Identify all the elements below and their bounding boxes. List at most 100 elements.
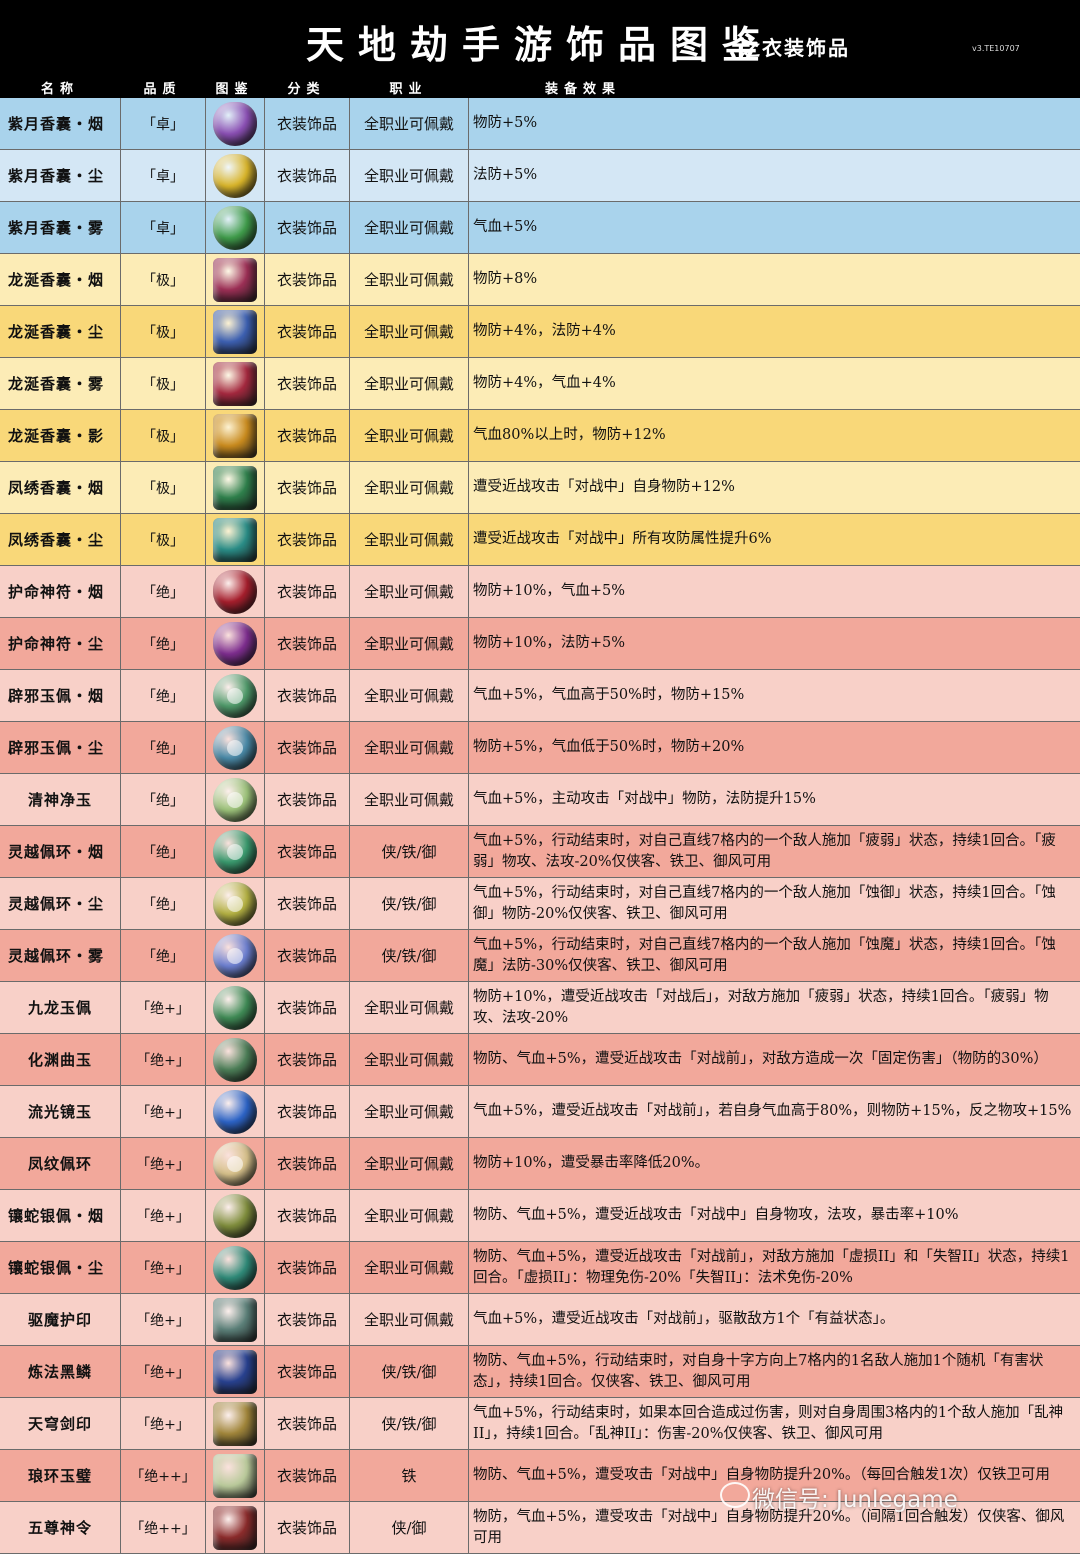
- item-name: 凤绣香囊・烟: [8, 479, 105, 497]
- item-grade: 「绝+」: [120, 1398, 205, 1449]
- version-label: v3.TE10707: [972, 44, 1020, 53]
- item-name: 凤绣香囊・尘: [8, 531, 105, 549]
- item-effect: 气血+5%，行动结束时，如果本回合造成过伤害，则对自身周围3格内的1个敌人施加「…: [468, 1398, 1080, 1449]
- item-category: 衣装饰品: [264, 1086, 349, 1137]
- item-category: 衣装饰品: [264, 514, 349, 565]
- item-category: 衣装饰品: [264, 618, 349, 669]
- item-category: 衣装饰品: [264, 1138, 349, 1189]
- item-icon-cell: [205, 1034, 264, 1085]
- item-category: 衣装饰品: [264, 306, 349, 357]
- item-effect: 物防+4%，法防+4%: [468, 306, 1080, 357]
- item-category: 衣装饰品: [264, 150, 349, 201]
- green-ring-pendant-icon: [213, 829, 257, 874]
- item-name: 五尊神令: [27, 1519, 92, 1537]
- item-effect: 物防+8%: [468, 254, 1080, 305]
- item-grade: 「卓」: [120, 150, 205, 201]
- item-grade: 「绝++」: [120, 1502, 205, 1553]
- table-row: 天穹剑印 「绝+」 衣装饰品 侠/铁/御 气血+5%，行动结束时，如果本回合造成过伤害，…: [0, 1398, 1080, 1450]
- item-name: 紫月香囊・烟: [8, 115, 105, 133]
- item-icon-cell: [205, 202, 264, 253]
- item-effect: 物防+5%: [468, 98, 1080, 149]
- item-grade: 「绝+」: [120, 1346, 205, 1397]
- table-row: 九龙玉佩 「绝+」 衣装饰品 全职业可佩戴 物防+10%，遭受近战攻击「对战后」，对敌方…: [0, 982, 1080, 1034]
- yellow-pouch-icon: [213, 153, 257, 198]
- item-grade: 「极」: [120, 410, 205, 461]
- purple-talisman-bag-icon: [213, 621, 257, 666]
- item-name: 化渊曲玉: [27, 1051, 92, 1069]
- item-grade: 「绝」: [120, 670, 205, 721]
- item-name: 龙涎香囊・雾: [8, 375, 105, 393]
- black-scale-icon: [213, 1349, 257, 1394]
- red-embroidered-sachet-icon: [213, 257, 257, 302]
- jade-tablet-icon: [213, 1453, 257, 1498]
- item-effect: 气血+5%，气血高于50%时，物防+15%: [468, 670, 1080, 721]
- blue-jade-disc-icon: [213, 725, 257, 770]
- item-grade: 「极」: [120, 306, 205, 357]
- item-category: 衣装饰品: [264, 1034, 349, 1085]
- pale-jade-disc-icon: [213, 777, 257, 822]
- item-category: 衣装饰品: [264, 930, 349, 981]
- item-job: 全职业可佩戴: [349, 358, 468, 409]
- item-grade: 「绝」: [120, 826, 205, 877]
- item-job: 全职业可佩戴: [349, 774, 468, 825]
- green-pouch-icon: [213, 205, 257, 250]
- item-name: 紫月香囊・尘: [8, 167, 105, 185]
- item-category: 衣装饰品: [264, 722, 349, 773]
- item-category: 衣装饰品: [264, 1450, 349, 1501]
- item-grade: 「极」: [120, 358, 205, 409]
- curved-jade-icon: [213, 1037, 257, 1082]
- item-category: 衣装饰品: [264, 982, 349, 1033]
- item-effect: 物防+10%，法防+5%: [468, 618, 1080, 669]
- table-row: 护命神符・尘 「绝」 衣装饰品 全职业可佩戴 物防+10%，法防+5%: [0, 618, 1080, 670]
- item-grade: 「绝」: [120, 618, 205, 669]
- item-icon-cell: [205, 98, 264, 149]
- item-job: 侠/铁/御: [349, 826, 468, 877]
- item-effect: 物防+10%，遭受暴击率降低20%。: [468, 1138, 1080, 1189]
- table-row: 化渊曲玉 「绝+」 衣装饰品 全职业可佩戴 物防、气血+5%，遭受近战攻击「对战前」，对…: [0, 1034, 1080, 1086]
- item-job: 全职业可佩戴: [349, 1190, 468, 1241]
- item-grade: 「绝+」: [120, 1190, 205, 1241]
- table-row: 紫月香囊・雾 「卓」 衣装饰品 全职业可佩戴 气血+5%: [0, 202, 1080, 254]
- item-name: 九龙玉佩: [27, 999, 92, 1017]
- item-icon-cell: [205, 1086, 264, 1137]
- item-job: 全职业可佩戴: [349, 462, 468, 513]
- yellow-ring-pendant-icon: [213, 881, 257, 926]
- watermark: 微信号: Junlegame: [720, 1480, 958, 1514]
- item-category: 衣装饰品: [264, 98, 349, 149]
- item-grade: 「极」: [120, 254, 205, 305]
- item-icon-cell: [205, 358, 264, 409]
- item-category: 衣装饰品: [264, 1242, 349, 1293]
- item-effect: 气血+5%，行动结束时，对自己直线7格内的一个敌人施加「蚀魔」状态，持续1回合。…: [468, 930, 1080, 981]
- item-job: 侠/铁/御: [349, 1398, 468, 1449]
- item-effect: 气血+5%，行动结束时，对自己直线7格内的一个敌人施加「蚀御」状态，持续1回合。…: [468, 878, 1080, 929]
- item-category: 衣装饰品: [264, 1190, 349, 1241]
- item-job: 全职业可佩戴: [349, 1242, 468, 1293]
- item-icon-cell: [205, 1294, 264, 1345]
- item-job: 全职业可佩戴: [349, 1138, 468, 1189]
- table-row: 镶蛇银佩・烟 「绝+」 衣装饰品 全职业可佩戴 物防、气血+5%，遭受近战攻击「对战中」…: [0, 1190, 1080, 1242]
- item-job: 侠/铁/御: [349, 1346, 468, 1397]
- item-effect: 气血+5%，遭受近战攻击「对战前」，驱散敌方1个「有益状态」。: [468, 1294, 1080, 1345]
- item-category: 衣装饰品: [264, 670, 349, 721]
- item-job: 全职业可佩戴: [349, 1294, 468, 1345]
- item-name: 天穹剑印: [27, 1415, 92, 1433]
- sky-sword-seal-icon: [213, 1401, 257, 1446]
- item-grade: 「卓」: [120, 202, 205, 253]
- item-job: 全职业可佩戴: [349, 566, 468, 617]
- item-effect: 气血+5%，主动攻击「对战中」物防，法防提升15%: [468, 774, 1080, 825]
- table-row: 流光镜玉 「绝+」 衣装饰品 全职业可佩戴 气血+5%，遭受近战攻击「对战前」，若自身气…: [0, 1086, 1080, 1138]
- table-row: 灵越佩环・尘 「绝」 衣装饰品 侠/铁/御 气血+5%，行动结束时，对自己直线7格内的一…: [0, 878, 1080, 930]
- column-headers: 名称 品质 图鉴 分类 职业 装备效果: [0, 78, 1080, 98]
- item-icon-cell: [205, 150, 264, 201]
- column-header-name: 名称: [40, 82, 79, 97]
- item-grade: 「极」: [120, 514, 205, 565]
- item-category: 衣装饰品: [264, 826, 349, 877]
- nine-dragon-jade-icon: [213, 985, 257, 1030]
- green-jade-disc-icon: [213, 673, 257, 718]
- item-grade: 「绝+」: [120, 1242, 205, 1293]
- item-category: 衣装饰品: [264, 254, 349, 305]
- item-category: 衣装饰品: [264, 1398, 349, 1449]
- item-effect: 物防+4%，气血+4%: [468, 358, 1080, 409]
- item-category: 衣装饰品: [264, 1502, 349, 1553]
- item-icon-cell: [205, 618, 264, 669]
